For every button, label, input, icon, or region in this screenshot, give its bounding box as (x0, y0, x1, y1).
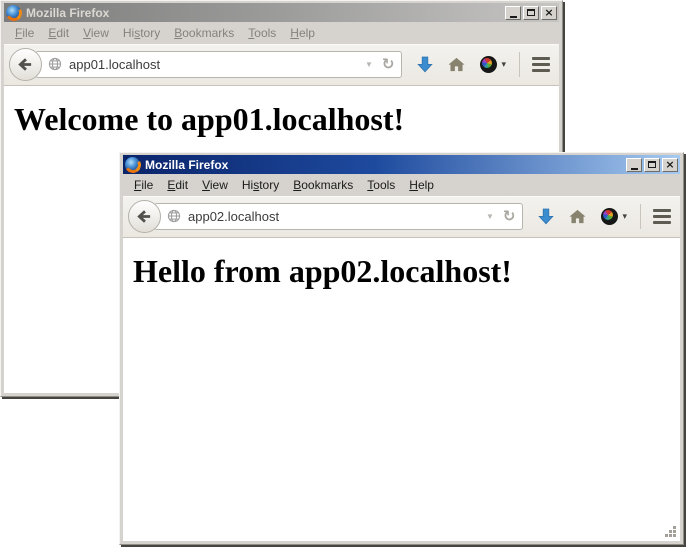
minimize-icon (631, 168, 638, 170)
firefox-icon (6, 5, 21, 20)
browser-window-app02: Mozilla Firefox × File Edit View History… (119, 152, 684, 545)
menu-view[interactable]: View (76, 23, 116, 43)
window-controls: × (505, 6, 557, 20)
titlebar[interactable]: Mozilla Firefox × (123, 155, 680, 174)
navigation-toolbar: app02.localhost ▼ ↻ ▾ (123, 196, 680, 237)
page-heading: Hello from app02.localhost! (133, 253, 680, 290)
menu-history[interactable]: History (116, 23, 167, 43)
minimize-button[interactable] (626, 158, 642, 172)
minimize-button[interactable] (505, 6, 521, 20)
back-button[interactable] (9, 48, 42, 81)
close-button[interactable]: × (662, 158, 678, 172)
home-icon[interactable] (448, 57, 465, 72)
window-controls: × (626, 158, 678, 172)
menu-edit[interactable]: Edit (160, 175, 195, 195)
toolbar-separator (640, 204, 641, 229)
page-content-app02: Hello from app02.localhost! (123, 237, 680, 541)
menu-file[interactable]: File (127, 175, 160, 195)
menu-help[interactable]: Help (402, 175, 441, 195)
addon-color-wheel-icon[interactable]: ▾ (601, 208, 627, 225)
reload-icon[interactable]: ↻ (382, 57, 395, 72)
color-wheel-icon (480, 56, 497, 73)
menu-bar: File Edit View History Bookmarks Tools H… (123, 174, 680, 196)
minimize-icon (510, 16, 517, 18)
menu-history[interactable]: History (235, 175, 286, 195)
hamburger-menu-icon[interactable] (532, 57, 550, 72)
download-arrow-icon[interactable] (417, 56, 433, 73)
toolbar-separator (519, 52, 520, 77)
close-icon: × (544, 7, 553, 18)
maximize-button[interactable] (523, 6, 539, 20)
menu-bookmarks[interactable]: Bookmarks (167, 23, 241, 43)
url-bar[interactable]: app02.localhost ▼ ↻ (154, 203, 523, 230)
menu-bar: File Edit View History Bookmarks Tools H… (4, 22, 559, 44)
titlebar[interactable]: Mozilla Firefox × (4, 3, 559, 22)
window-title: Mozilla Firefox (144, 158, 622, 172)
url-bar[interactable]: app01.localhost ▼ ↻ (35, 51, 402, 78)
close-icon: × (665, 159, 674, 170)
menu-bookmarks[interactable]: Bookmarks (286, 175, 360, 195)
urlbar-dropdown-icon[interactable]: ▼ (365, 60, 373, 69)
addon-color-wheel-icon[interactable]: ▾ (480, 56, 506, 73)
resize-grip[interactable] (664, 525, 677, 538)
back-arrow-icon (136, 209, 153, 224)
hamburger-menu-icon[interactable] (653, 209, 671, 224)
url-text: app01.localhost (69, 57, 358, 72)
page-heading: Welcome to app01.localhost! (14, 101, 559, 138)
download-arrow-icon[interactable] (538, 208, 554, 225)
firefox-icon (125, 157, 140, 172)
urlbar-dropdown-icon[interactable]: ▼ (486, 212, 494, 221)
menu-file[interactable]: File (8, 23, 41, 43)
maximize-button[interactable] (644, 158, 660, 172)
chevron-down-icon: ▾ (622, 211, 627, 222)
url-text: app02.localhost (188, 209, 479, 224)
menu-edit[interactable]: Edit (41, 23, 76, 43)
back-arrow-icon (17, 57, 34, 72)
back-button[interactable] (128, 200, 161, 233)
globe-icon (48, 57, 62, 71)
maximize-icon (648, 161, 656, 168)
menu-tools[interactable]: Tools (241, 23, 283, 43)
home-icon[interactable] (569, 209, 586, 224)
globe-icon (167, 209, 181, 223)
close-button[interactable]: × (541, 6, 557, 20)
navigation-toolbar: app01.localhost ▼ ↻ ▾ (4, 44, 559, 85)
menu-help[interactable]: Help (283, 23, 322, 43)
window-title: Mozilla Firefox (25, 6, 501, 20)
maximize-icon (527, 9, 535, 16)
menu-view[interactable]: View (195, 175, 235, 195)
color-wheel-icon (601, 208, 618, 225)
chevron-down-icon: ▾ (501, 59, 506, 70)
menu-tools[interactable]: Tools (360, 175, 402, 195)
reload-icon[interactable]: ↻ (503, 209, 516, 224)
